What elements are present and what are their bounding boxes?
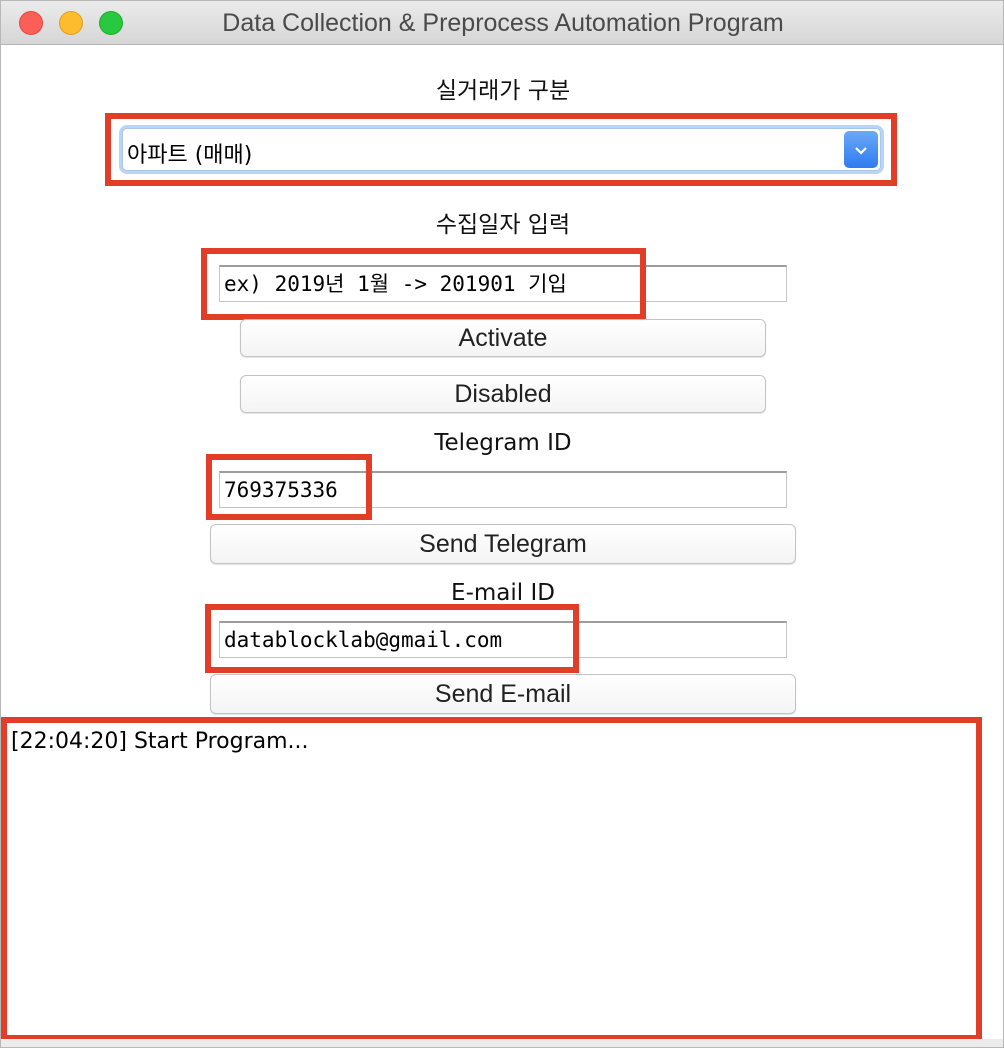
- date-input-label: 수집일자 입력: [435, 212, 571, 238]
- activate-button[interactable]: Activate: [240, 319, 766, 357]
- telegram-id-label: Telegram ID: [434, 430, 572, 456]
- log-highlight: [1, 717, 982, 1041]
- send-email-button[interactable]: Send E-mail: [210, 674, 796, 714]
- trade-type-label: 실거래가 구분: [435, 78, 571, 104]
- window-bottom-edge: [1, 1039, 1003, 1047]
- trade-type-select[interactable]: 아파트 (매매): [122, 128, 881, 171]
- email-id-highlight: [205, 604, 579, 673]
- date-input-highlight: [201, 248, 646, 320]
- title-bar: Data Collection & Preprocess Automation …: [1, 1, 1003, 45]
- chevron-down-icon[interactable]: [844, 131, 878, 168]
- telegram-id-highlight: [206, 454, 372, 520]
- app-window: Data Collection & Preprocess Automation …: [0, 0, 1004, 1048]
- send-telegram-button[interactable]: Send Telegram: [210, 524, 796, 564]
- disabled-button[interactable]: Disabled: [240, 375, 766, 413]
- window-title: Data Collection & Preprocess Automation …: [222, 9, 784, 37]
- trade-type-selected: 아파트 (매매): [127, 143, 253, 168]
- email-id-label: E-mail ID: [451, 580, 555, 606]
